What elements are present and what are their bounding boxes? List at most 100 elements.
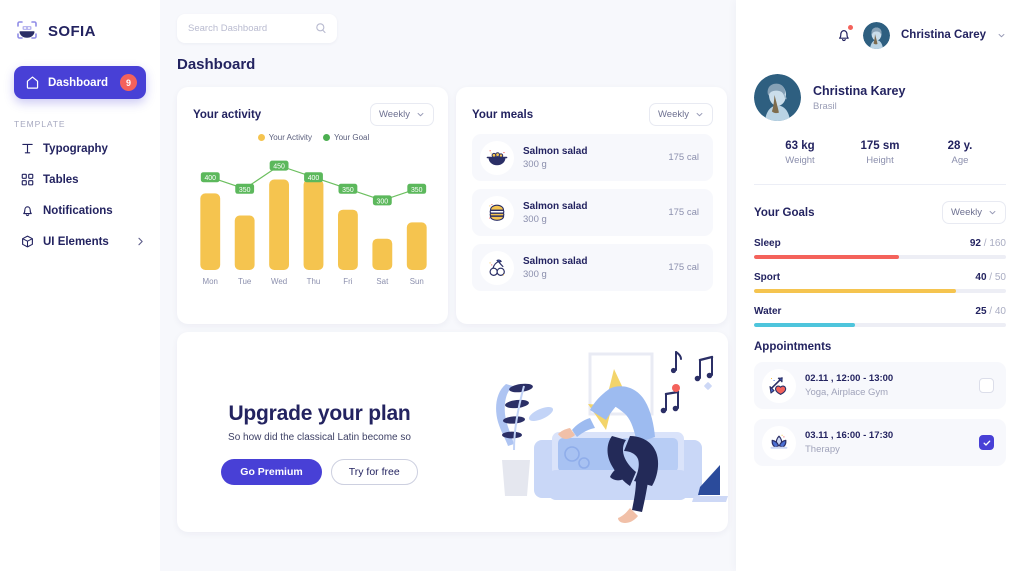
chart-goal-label: 400 [308, 175, 320, 182]
goal-water: Water 25 / 40 [754, 306, 1006, 327]
notification-dot [847, 25, 853, 30]
search-input[interactable] [188, 22, 315, 34]
meals-card-header: Your meals Weekly [472, 103, 713, 126]
meal-list-item[interactable]: Salmon salad 300 g 175 cal [472, 189, 713, 236]
search-box[interactable] [177, 13, 337, 43]
goal-top: Sleep 92 / 160 [754, 238, 1006, 249]
meal-list-item[interactable]: Salmon salad 300 g 175 cal [472, 244, 713, 291]
chevron-down-icon [989, 210, 996, 215]
goal-values: 92 / 160 [970, 238, 1006, 249]
brand[interactable]: SOFIA [0, 14, 160, 48]
chart-legend: Your Activity Your Goal [193, 133, 434, 142]
chart-goal-label: 350 [411, 187, 423, 194]
goal-fill [754, 289, 956, 293]
brand-name: SOFIA [48, 22, 96, 40]
tables-icon [21, 173, 34, 186]
go-premium-button[interactable]: Go Premium [221, 458, 322, 485]
sidebar-item-dashboard[interactable]: Dashboard 9 [14, 66, 146, 99]
legend-label: Your Goal [333, 133, 370, 142]
stat-value: 63 kg [785, 140, 815, 152]
sidebar-item-typography[interactable]: Typography [0, 133, 160, 164]
goal-top: Water 25 / 40 [754, 306, 1006, 317]
sidebar-item-notifications[interactable]: Notifications [0, 195, 160, 226]
try-for-free-button[interactable]: Try for free [330, 458, 418, 485]
activity-title: Your activity [193, 108, 262, 121]
promo-buttons: Go Premium Try for free [221, 458, 418, 485]
appointment-text: 02.11 , 12:00 - 13:00 Yoga, Airplace Gym [805, 373, 979, 398]
promo-illustration [462, 332, 728, 532]
profile-avatar[interactable] [754, 74, 801, 121]
meals-range-value: Weekly [658, 109, 689, 120]
topbar [168, 0, 736, 56]
stat-label: Height [866, 155, 894, 166]
meals-title: Your meals [472, 108, 534, 121]
user-avatar-large [754, 74, 801, 121]
activity-range-select[interactable]: Weekly [370, 103, 434, 126]
appointment-time: 02.11 , 12:00 - 13:00 [805, 373, 894, 384]
sidebar-item-label: Notifications [43, 204, 113, 217]
appointment-text: 03.11 , 16:00 - 17:30 Therapy [805, 430, 979, 455]
goal-track [754, 289, 1006, 293]
heart-arrow-icon [769, 376, 787, 395]
sidebar-item-tables[interactable]: Tables [0, 164, 160, 195]
legend-item: Your Activity [257, 133, 312, 142]
promo-title: Upgrade your plan [228, 401, 411, 425]
stat-value: 28 y. [947, 140, 973, 152]
legend-dot-activity [257, 134, 265, 141]
notifications-button[interactable] [836, 25, 853, 44]
chart-bars [200, 179, 427, 270]
avatar[interactable] [862, 21, 890, 49]
meal-icon-wrap [480, 140, 514, 175]
chart-goal-label: 350 [342, 187, 354, 194]
right-panel: Christina Carey Christina Karey Brasil 6… [736, 0, 1024, 571]
goals-range-value: Weekly [951, 207, 982, 218]
chart-x-tick: Sun [410, 277, 424, 286]
burger-icon [489, 203, 505, 221]
user-avatar-small [862, 21, 890, 49]
stat-weight: 63 kg Weight [760, 140, 840, 166]
appointment-desc: Therapy [805, 444, 840, 455]
lotus-icon [770, 434, 788, 449]
profile-stats: 63 kg Weight 175 sm Height 28 y. Age [754, 140, 1006, 166]
app-root: SOFIA Dashboard 9 TEMPLATE Typography Ta… [0, 0, 1024, 571]
chart-bar [269, 179, 290, 270]
goals-range-select[interactable]: Weekly [942, 201, 1006, 224]
appointments-title: Appointments [754, 341, 832, 353]
goal-sleep: Sleep 92 / 160 [754, 238, 1006, 259]
chart-goal-label: 300 [377, 198, 389, 205]
chart-bar [234, 215, 255, 270]
chart-bar [200, 193, 221, 270]
goal-current: 40 [975, 272, 987, 283]
meal-weight: 300 g [523, 213, 547, 225]
appointment-item[interactable]: 03.11 , 16:00 - 17:30 Therapy [754, 419, 1006, 466]
chart-x-tick: Sat [376, 277, 389, 286]
sidebar-section-label: TEMPLATE [14, 119, 66, 129]
page-title: Dashboard [177, 56, 256, 73]
goal-target: 160 [989, 238, 1006, 249]
meal-name: Salmon salad [523, 255, 588, 267]
chart-x-tick: Mon [203, 277, 218, 286]
search-icon[interactable] [315, 22, 327, 34]
goal-top: Sport 40 / 50 [754, 272, 1006, 283]
chevron-down-icon [696, 112, 703, 117]
goals-title: Your Goals [754, 206, 815, 219]
goal-track [754, 255, 1006, 259]
appointment-checkbox[interactable] [979, 435, 994, 450]
chevron-down-icon[interactable] [997, 31, 1006, 40]
stat-label: Weight [785, 155, 815, 166]
sidebar-badge: 9 [120, 74, 137, 91]
appointment-icon-wrap [762, 368, 796, 403]
chart-goal-label: 400 [204, 175, 216, 182]
promo-subtitle: So how did the classical Latin become so [228, 431, 411, 443]
chart-bar [337, 209, 358, 270]
meal-list-item[interactable]: Salmon salad 300 g 175 cal [472, 134, 713, 181]
promo-card: Upgrade your plan So how did the classic… [177, 332, 728, 532]
meals-range-select[interactable]: Weekly [649, 103, 713, 126]
meal-icon-wrap [480, 250, 514, 285]
goal-name: Sleep [754, 238, 781, 249]
sidebar-item-ui-elements[interactable]: UI Elements [0, 226, 160, 257]
appointment-item[interactable]: 02.11 , 12:00 - 13:00 Yoga, Airplace Gym [754, 362, 1006, 409]
goal-fill [754, 255, 899, 259]
profile-country: Brasil [813, 100, 837, 112]
appointment-checkbox[interactable] [979, 378, 994, 393]
